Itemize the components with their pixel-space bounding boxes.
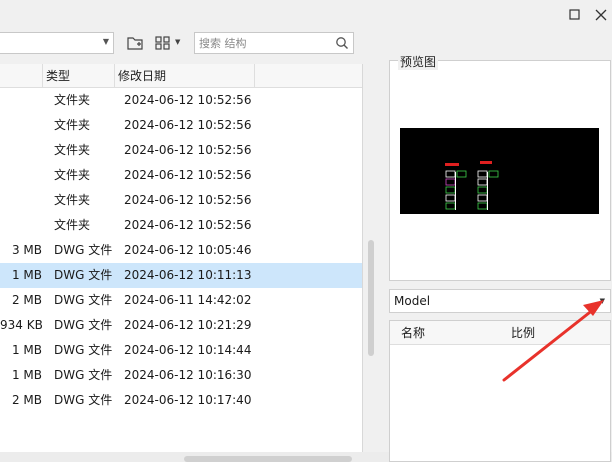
file-type: 文件夹: [54, 143, 91, 157]
file-type: 文件夹: [54, 218, 91, 232]
view-chevron-down-icon[interactable]: ▼: [175, 38, 180, 46]
column-header-name[interactable]: 名称: [401, 321, 425, 345]
file-type: DWG 文件: [54, 343, 113, 357]
file-size: 3 MB: [11, 243, 42, 257]
maximize-icon[interactable]: [568, 8, 582, 22]
new-folder-icon[interactable]: [126, 34, 144, 52]
file-type: DWG 文件: [54, 318, 113, 332]
chevron-down-icon[interactable]: ▼: [103, 37, 109, 46]
table-row[interactable]: 1 MB DWG 文件 2024-06-12 10:11:13: [0, 263, 362, 288]
layout-table-header: 名称 比例: [390, 321, 610, 345]
table-row[interactable]: 934 KB DWG 文件 2024-06-12 10:21:29: [0, 313, 362, 338]
file-modified-date: 2024-06-12 10:52:56: [124, 193, 252, 207]
file-size: 934 KB: [0, 318, 43, 332]
table-row[interactable]: 文件夹 2024-06-12 10:52:56: [0, 138, 362, 163]
table-row[interactable]: 文件夹 2024-06-12 10:52:56: [0, 113, 362, 138]
file-modified-date: 2024-06-12 10:14:44: [124, 343, 252, 357]
vertical-scrollbar[interactable]: [368, 240, 374, 356]
file-list: 类型 修改日期 文件夹 2024-06-12 10:52:56 文件夹 2024-06…: [0, 64, 363, 452]
file-modified-date: 2024-06-11 14:42:02: [124, 293, 252, 307]
file-modified-date: 2024-06-12 10:52:56: [124, 118, 252, 132]
file-modified-date: 2024-06-12 10:11:13: [124, 268, 252, 282]
file-type: 文件夹: [54, 193, 91, 207]
model-select[interactable]: Model ▼: [389, 289, 611, 313]
table-row[interactable]: 文件夹 2024-06-12 10:52:56: [0, 88, 362, 113]
table-row[interactable]: 文件夹 2024-06-12 10:52:56: [0, 163, 362, 188]
column-header-scale[interactable]: 比例: [511, 321, 535, 345]
file-type: 文件夹: [54, 118, 91, 132]
path-combobox[interactable]: ▼: [0, 32, 114, 54]
search-box[interactable]: [194, 32, 354, 54]
file-modified-date: 2024-06-12 10:52:56: [124, 218, 252, 232]
layout-table: 名称 比例: [389, 320, 611, 462]
file-type: DWG 文件: [54, 393, 113, 407]
file-size: 1 MB: [11, 343, 42, 357]
table-row[interactable]: 1 MB DWG 文件 2024-06-12 10:14:44: [0, 338, 362, 363]
file-type: 文件夹: [54, 168, 91, 182]
file-modified-date: 2024-06-12 10:52:56: [124, 143, 252, 157]
file-modified-date: 2024-06-12 10:05:46: [124, 243, 252, 257]
column-header-type[interactable]: 类型: [43, 64, 115, 88]
file-type: DWG 文件: [54, 293, 113, 307]
search-input[interactable]: [195, 33, 325, 53]
column-header-size[interactable]: [0, 64, 43, 88]
file-type: DWG 文件: [54, 268, 113, 282]
table-row[interactable]: 文件夹 2024-06-12 10:52:56: [0, 188, 362, 213]
file-size: 2 MB: [11, 293, 42, 307]
file-modified-date: 2024-06-12 10:16:30: [124, 368, 252, 382]
toolbar: ▼ ▼: [0, 28, 362, 60]
table-row[interactable]: 2 MB DWG 文件 2024-06-12 10:17:40: [0, 388, 362, 413]
file-type: DWG 文件: [54, 243, 113, 257]
file-size: 1 MB: [11, 368, 42, 382]
drawing-preview-image: [400, 128, 599, 214]
file-list-header: 类型 修改日期: [0, 64, 362, 88]
table-row[interactable]: 文件夹 2024-06-12 10:52:56: [0, 213, 362, 238]
file-modified-date: 2024-06-12 10:21:29: [124, 318, 252, 332]
file-type: DWG 文件: [54, 368, 113, 382]
preview-label: 预览图: [398, 53, 439, 70]
file-modified-date: 2024-06-12 10:52:56: [124, 168, 252, 182]
close-icon[interactable]: [594, 8, 608, 22]
file-modified-date: 2024-06-12 10:52:56: [124, 93, 252, 107]
file-size: 2 MB: [11, 393, 42, 407]
file-rows: 文件夹 2024-06-12 10:52:56 文件夹 2024-06-12 10:5…: [0, 88, 362, 413]
chevron-down-icon[interactable]: ▼: [600, 297, 605, 305]
table-row[interactable]: 2 MB DWG 文件 2024-06-11 14:42:02: [0, 288, 362, 313]
table-row[interactable]: 1 MB DWG 文件 2024-06-12 10:16:30: [0, 363, 362, 388]
search-icon[interactable]: [335, 36, 349, 50]
horizontal-scrollbar[interactable]: [184, 456, 352, 462]
file-modified-date: 2024-06-12 10:17:40: [124, 393, 252, 407]
model-select-value: Model: [394, 294, 431, 308]
table-row[interactable]: 3 MB DWG 文件 2024-06-12 10:05:46: [0, 238, 362, 263]
view-grid-icon[interactable]: [154, 34, 172, 52]
file-size: 1 MB: [11, 268, 42, 282]
column-header-date[interactable]: 修改日期: [115, 64, 255, 88]
file-type: 文件夹: [54, 93, 91, 107]
